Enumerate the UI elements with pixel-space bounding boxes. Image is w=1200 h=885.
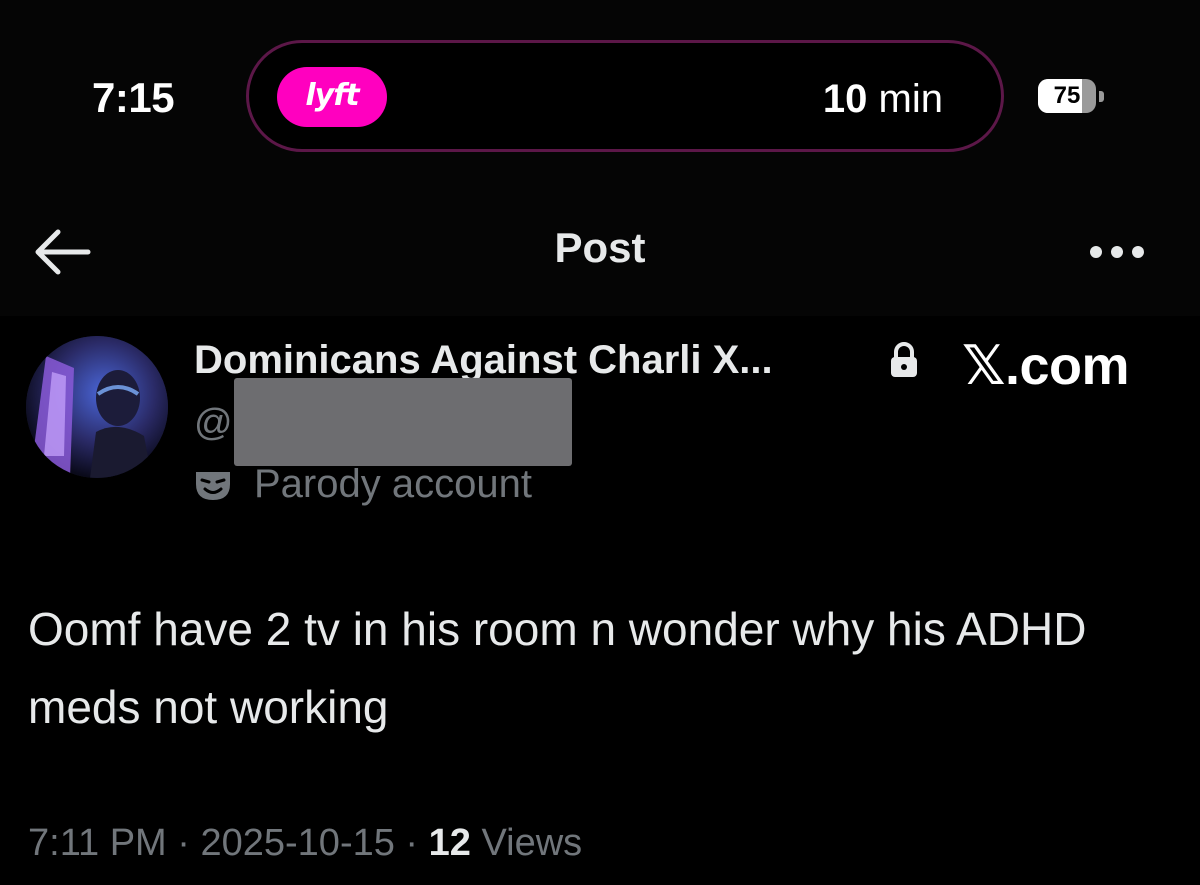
post-date[interactable]: 2025-10-15 <box>200 822 394 864</box>
battery-icon: 75 <box>1038 79 1104 115</box>
views-count: 12 <box>428 822 471 864</box>
top-nav-bar: Post <box>0 190 1200 316</box>
more-horizontal-icon <box>1090 246 1144 258</box>
battery-cap <box>1099 91 1104 102</box>
status-bar: 7:15 lyft 10 min 75 <box>0 0 1200 190</box>
eta-value: 10 <box>822 77 868 121</box>
post-time[interactable]: 7:11 PM <box>28 822 167 864</box>
meta-separator: · <box>394 822 429 864</box>
eta-unit: min <box>878 77 943 121</box>
eta-readout: 10 min <box>823 77 943 122</box>
avatar-image <box>26 336 168 478</box>
status-time: 7:15 <box>92 74 175 121</box>
author-handle[interactable]: @ <box>194 402 233 445</box>
more-options-button[interactable] <box>1084 230 1154 274</box>
post-meta: 7:11 PM · 2025-10-15 · 12 Views <box>28 822 582 865</box>
battery-level: 75 <box>1053 82 1081 109</box>
author-display-name[interactable]: Dominicans Against Charli X... <box>194 338 773 383</box>
theater-mask-icon <box>196 472 230 500</box>
page-title: Post <box>554 224 646 271</box>
views-label: Views <box>481 822 583 864</box>
handle-redaction <box>234 378 572 466</box>
lock-icon <box>891 342 917 377</box>
ride-live-activity[interactable]: lyft 10 min <box>246 40 1004 152</box>
lyft-logo: lyft <box>277 67 387 127</box>
parody-account-label: Parody account <box>254 462 532 506</box>
battery-body: 75 <box>1038 79 1096 113</box>
post: Dominicans Against Charli X... 𝕏.com @ P… <box>0 316 1200 885</box>
avatar[interactable] <box>26 336 168 478</box>
x-com-watermark: 𝕏.com <box>962 336 1130 396</box>
meta-separator: · <box>166 822 201 864</box>
post-text: Oomf have 2 tv in his room n wonder why … <box>28 603 1087 733</box>
